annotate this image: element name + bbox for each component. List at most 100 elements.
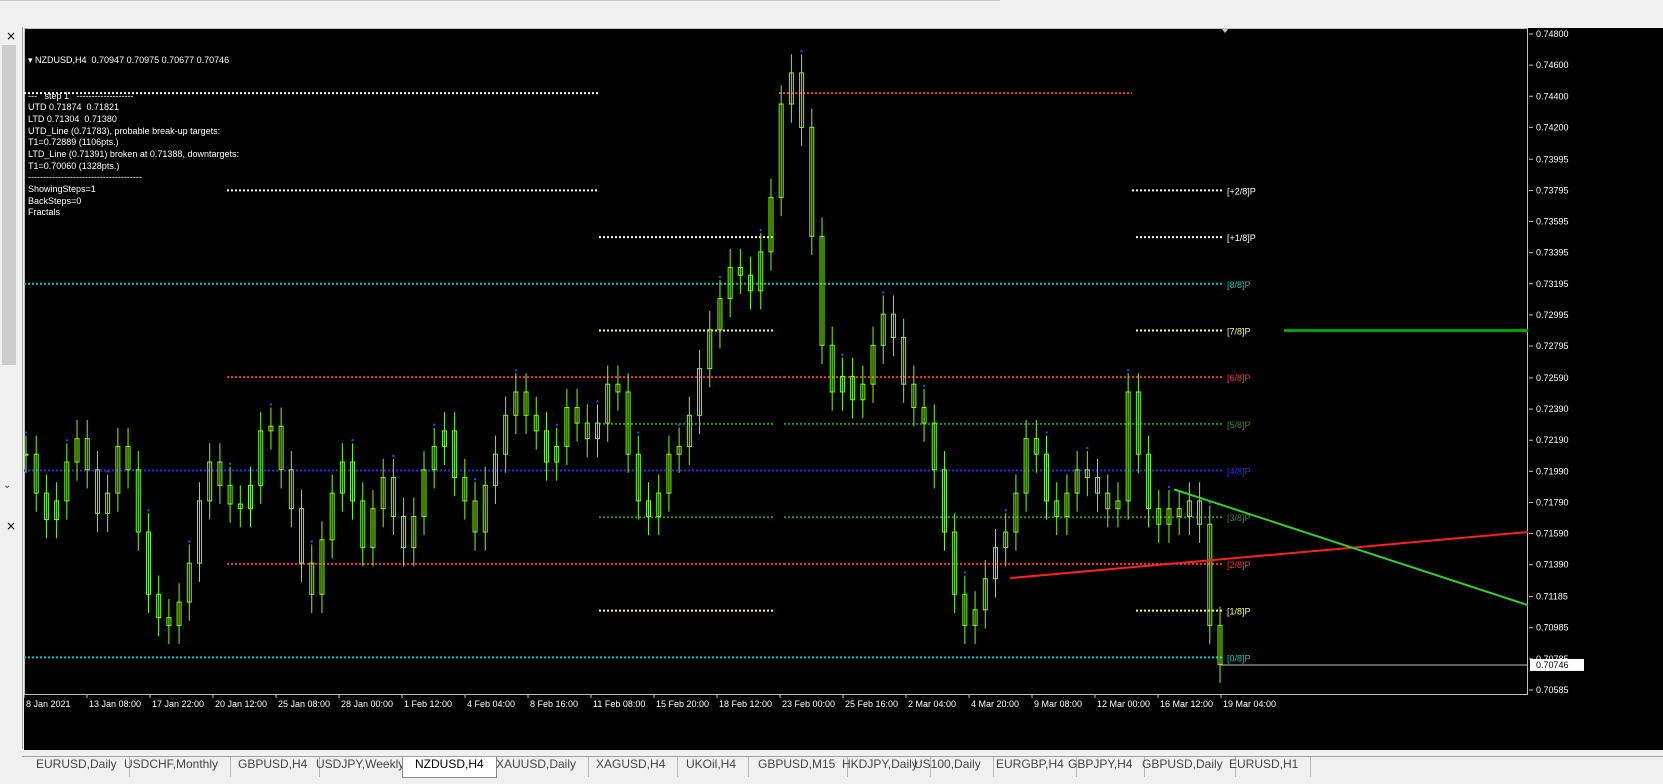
fractal-marker xyxy=(228,462,232,465)
ltd-trendline xyxy=(1009,531,1529,580)
candle-body xyxy=(24,453,29,456)
symbol-quote: NZDUSD,H4 0.70947 0.70975 0.70677 0.7074… xyxy=(35,55,230,66)
fractal-marker xyxy=(351,439,354,442)
fractal-marker xyxy=(922,384,926,388)
price-tick-label: 0.71790 xyxy=(1536,497,1569,507)
price-tick-label: 0.70985 xyxy=(1536,623,1569,633)
panel-scrollbar[interactable] xyxy=(2,45,16,365)
murrey-label: [6/8]P xyxy=(1227,373,1251,383)
chart-tab[interactable]: USDJPY,Weekly xyxy=(304,757,418,777)
fractal-marker xyxy=(147,509,150,512)
symbol-header[interactable]: ▾ NZDUSD,H4 0.70947 0.70975 0.70677 0.70… xyxy=(28,55,239,67)
price-tick-label: 0.71590 xyxy=(1536,529,1569,539)
fractal-marker xyxy=(637,431,640,434)
time-tick-label: 20 Jan 12:00 xyxy=(215,699,267,709)
time-tick-label: 12 Mar 00:00 xyxy=(1097,699,1150,709)
fractal-marker xyxy=(106,470,109,473)
info-line: UTD_Line (0.71783), probable break-up ta… xyxy=(28,125,221,136)
price-tick-label: 0.73995 xyxy=(1536,154,1569,164)
price-tick-label: 0.71185 xyxy=(1536,592,1568,602)
murrey-label: [8/8]P xyxy=(1227,280,1251,290)
fractal-marker xyxy=(1045,431,1048,434)
chart-tab[interactable]: XAUUSD,Daily xyxy=(484,757,590,777)
price-tick-label: 0.72190 xyxy=(1536,435,1569,445)
fractal-marker xyxy=(841,353,844,356)
fractal-marker xyxy=(1126,369,1130,372)
price-tick-label: 0.70585 xyxy=(1536,685,1569,695)
price-tick-label: 0.74200 xyxy=(1536,122,1569,132)
fractal-marker xyxy=(514,369,518,372)
navigator-side-panel: × ⌄ × xyxy=(0,27,23,749)
fractal-marker xyxy=(24,431,28,434)
info-line: --- step 1 ------------------- xyxy=(28,90,134,101)
chart-shift-icon[interactable] xyxy=(1221,28,1229,33)
fractal-marker xyxy=(677,423,681,426)
price-tick-label: 0.73195 xyxy=(1536,279,1569,289)
time-tick-label: 17 Jan 22:00 xyxy=(152,699,204,709)
fractal-marker xyxy=(882,291,885,294)
info-line: ShowingSteps=1 xyxy=(28,184,96,194)
fractal-marker xyxy=(433,423,436,426)
time-tick-label: 15 Feb 20:00 xyxy=(656,699,709,709)
time-tick-label: 4 Feb 04:00 xyxy=(467,699,515,709)
time-tick-label: 9 Mar 08:00 xyxy=(1034,699,1082,709)
time-tick-label: 18 Feb 12:00 xyxy=(719,699,772,709)
chart-tab[interactable]: USDCHF,Monthly xyxy=(112,757,232,777)
murrey-label: [5/8]P xyxy=(1227,420,1251,430)
time-tick-label: 16 Mar 12:00 xyxy=(1160,699,1213,709)
murrey-label: [4/8]P xyxy=(1227,467,1251,477)
info-line: T1=0.70060 (1328pts.) xyxy=(28,160,120,171)
murrey-label: [2/8]P xyxy=(1227,560,1251,570)
fractal-marker xyxy=(963,571,967,574)
chart-tab-bar: EURUSD,Daily USDCHF,Monthly GBPUSD,H4 USDJP… xyxy=(22,756,1663,784)
price-tick-label: 0.72590 xyxy=(1536,373,1569,383)
time-tick-label: 19 Mar 04:00 xyxy=(1223,699,1276,709)
time-tick-label: 8 Jan 2021 xyxy=(26,699,71,709)
window-top-strip xyxy=(0,0,1663,27)
price-chart[interactable]: [+2/8]P [+1/8]P [8/8]P [7/8]P [6/8]P [5/8]P [4… xyxy=(24,28,1663,750)
time-tick-label: 25 Feb 16:00 xyxy=(845,699,898,709)
chart-tab[interactable]: EURUSD,H1 xyxy=(1217,757,1312,777)
close-icon[interactable]: × xyxy=(4,519,18,533)
price-tick-label: 0.72390 xyxy=(1536,404,1569,414)
chart-tab[interactable]: NZDUSD,H4 xyxy=(402,757,497,778)
fractal-marker xyxy=(718,275,722,279)
info-line: UTD 0.71874 0.71821 xyxy=(28,102,120,113)
price-tick-label: 0.74800 xyxy=(1536,29,1569,39)
murrey-label: [7/8]P xyxy=(1227,326,1251,336)
time-tick-label: 13 Jan 08:00 xyxy=(89,699,141,709)
murrey-label: [+2/8]P xyxy=(1227,186,1256,196)
fractal-marker xyxy=(800,50,803,53)
time-tick-label: 8 Feb 16:00 xyxy=(530,699,578,709)
fractal-marker xyxy=(1086,446,1089,450)
collapse-triangle-icon[interactable]: ▾ xyxy=(28,55,35,65)
chart-tab[interactable]: UKOil,H4 xyxy=(674,757,750,777)
chart-canvas[interactable]: [+2/8]P [+1/8]P [8/8]P [7/8]P [6/8]P [5/8]P [4… xyxy=(24,28,1663,750)
info-line: T1=0.72889 (1106pts.) xyxy=(28,137,119,148)
fractal-marker xyxy=(759,229,762,232)
price-tick-label: 0.73395 xyxy=(1536,248,1569,258)
fractal-marker xyxy=(188,540,191,543)
time-tick-label: 11 Feb 08:00 xyxy=(593,699,645,709)
fractal-marker xyxy=(596,400,599,403)
time-tick-label: 2 Mar 04:00 xyxy=(908,699,956,709)
price-tick-label: 0.74600 xyxy=(1536,60,1569,70)
price-tick-label: 0.73795 xyxy=(1536,185,1569,195)
price-tick-label: 0.73595 xyxy=(1536,217,1569,227)
time-tick-label: 1 Feb 12:00 xyxy=(404,699,452,709)
info-line: LTD_Line (0.71391) broken at 0.71388, do… xyxy=(28,148,239,159)
info-line: LTD 0.71304 0.71380 xyxy=(28,113,117,124)
fractal-marker xyxy=(1004,509,1007,512)
fractal-marker xyxy=(65,439,69,442)
chart-tab[interactable]: US100,Daily xyxy=(902,757,994,777)
chart-tab[interactable]: XAGUSD,H4 xyxy=(584,757,679,777)
fractal-marker xyxy=(392,454,395,458)
close-icon[interactable]: × xyxy=(4,29,18,43)
chevron-down-icon[interactable]: ⌄ xyxy=(3,480,11,491)
fractal-marker xyxy=(310,540,313,543)
price-tick-label: 0.71390 xyxy=(1536,560,1569,570)
info-line: BackSteps=0 xyxy=(28,195,82,206)
fractal-marker xyxy=(555,423,558,426)
price-tick-label: 0.71990 xyxy=(1536,466,1569,476)
price-tick-label: 0.74400 xyxy=(1536,91,1569,101)
